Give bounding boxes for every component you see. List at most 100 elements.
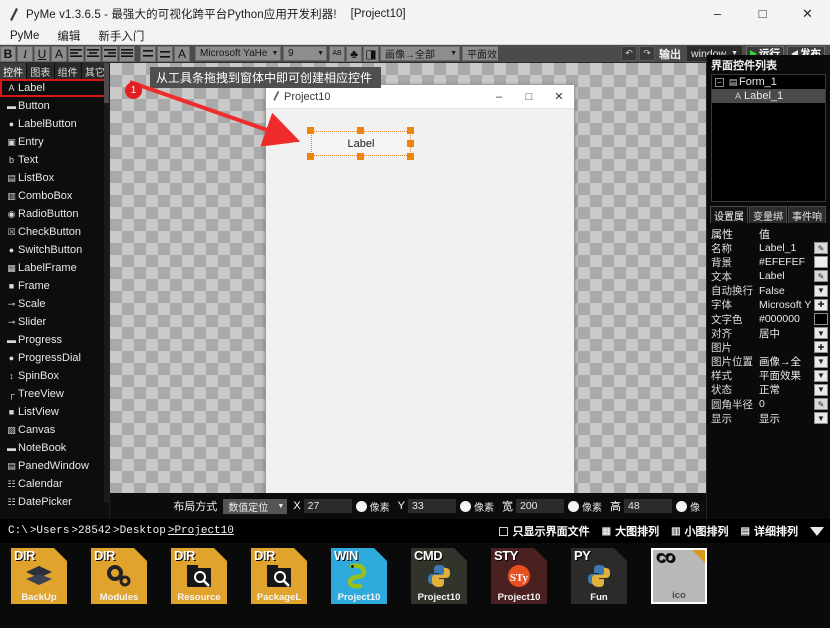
align-center-icon[interactable]	[85, 46, 101, 62]
resize-handle-s[interactable]	[357, 153, 364, 160]
bold-icon[interactable]: B	[0, 46, 16, 62]
form-maximize-icon[interactable]: □	[514, 85, 544, 108]
tab-properties[interactable]: 设置属	[710, 206, 748, 223]
tab-variable-binding[interactable]: 变量绑	[749, 206, 787, 223]
strikethrough-icon[interactable]: A	[51, 46, 67, 62]
resize-handle-nw[interactable]	[307, 127, 314, 134]
tab-event-response[interactable]: 事件响	[788, 206, 826, 223]
color-swatch-button[interactable]	[814, 313, 828, 325]
property-value[interactable]: Microsoft Y	[759, 299, 814, 311]
resize-handle-sw[interactable]	[307, 153, 314, 160]
resize-handle-ne[interactable]	[407, 127, 414, 134]
property-value[interactable]: 正常	[759, 382, 814, 397]
width-input[interactable]: 200	[516, 499, 564, 513]
breadcrumb-drive[interactable]: C:\	[8, 525, 28, 537]
menu-item-pyme[interactable]: PyMe	[10, 30, 39, 42]
palette-item-spinbox[interactable]: ↕ SpinBox	[0, 367, 109, 385]
only-ui-files-label[interactable]: 只显示界面文件	[513, 523, 590, 539]
palette-item-switchbutton[interactable]: ● SwitchButton	[0, 241, 109, 259]
palette-item-notebook[interactable]: ▬ NoteBook	[0, 439, 109, 457]
layout-mode-select[interactable]: 数值定位 ▼	[223, 499, 287, 514]
minimize-icon[interactable]: –	[695, 0, 740, 27]
property-value[interactable]: 画像→全	[759, 354, 814, 369]
abc-spellcheck-icon[interactable]: AB	[329, 46, 345, 62]
image-picker-icon[interactable]: ◨	[363, 46, 379, 62]
design-canvas[interactable]: Project10 – □ ✕ Label 从工具条拖拽到窗体中即可创建相应控件	[110, 63, 706, 493]
palette-item-listbox[interactable]: ▤ ListBox	[0, 169, 109, 187]
chevron-down-icon[interactable]: ▼	[814, 327, 828, 339]
widget-tree[interactable]: − ▤ Form_1 A Label_1	[711, 74, 826, 202]
file-item[interactable]: CMD Project10	[408, 548, 470, 604]
palette-item-frame[interactable]: ■ Frame	[0, 277, 109, 295]
palette-item-listview[interactable]: ■ ListView	[0, 403, 109, 421]
palette-item-label[interactable]: A Label	[0, 79, 109, 97]
palette-item-labelframe[interactable]: ▦ LabelFrame	[0, 259, 109, 277]
palette-scrollbar-thumb[interactable]	[104, 63, 109, 103]
file-item[interactable]: STY STy Project10	[488, 548, 550, 604]
property-value[interactable]: 平面效果	[759, 368, 814, 383]
property-value[interactable]: #000000	[759, 313, 814, 325]
y-input[interactable]: 33	[408, 499, 456, 513]
property-value[interactable]: #EFEFEF	[759, 256, 814, 268]
property-value[interactable]: False	[759, 285, 814, 297]
expand-down-icon[interactable]	[810, 527, 824, 536]
pencil-icon[interactable]: ✎	[814, 398, 828, 410]
resize-handle-se[interactable]	[407, 153, 414, 160]
font-size-select[interactable]: 9 ▼	[283, 46, 327, 61]
underline-icon[interactable]: U	[34, 46, 50, 62]
file-item[interactable]: PY Fun	[568, 548, 630, 604]
form-close-icon[interactable]: ✕	[544, 85, 574, 108]
maximize-icon[interactable]: □	[740, 0, 785, 27]
only-ui-files-checkbox[interactable]	[499, 527, 508, 536]
form-minimize-icon[interactable]: –	[484, 85, 514, 108]
font-color-icon[interactable]: A	[174, 46, 190, 62]
palette-item-progressdial[interactable]: ● ProgressDial	[0, 349, 109, 367]
height-input[interactable]: 48	[624, 499, 672, 513]
design-form-body[interactable]: Label	[266, 109, 574, 493]
menu-item-getting-started[interactable]: 新手入门	[98, 28, 144, 44]
view-large-icons-button[interactable]: ▦ 大图排列	[602, 523, 659, 539]
palette-item-labelbutton[interactable]: ● LabelButton	[0, 115, 109, 133]
property-value[interactable]: Label_1	[759, 242, 814, 254]
fill-color-icon[interactable]: ♣	[346, 46, 362, 62]
palette-item-combobox[interactable]: ▥ ComboBox	[0, 187, 109, 205]
plus-icon[interactable]: ✚	[814, 341, 828, 353]
palette-item-calendar[interactable]: ☷ Calendar	[0, 475, 109, 493]
italic-icon[interactable]: I	[17, 46, 33, 62]
breadcrumb-project[interactable]: >Project10	[168, 525, 234, 537]
chevron-down-icon[interactable]: ▼	[814, 285, 828, 297]
close-icon[interactable]: ✕	[785, 0, 830, 27]
x-input[interactable]: 27	[304, 499, 352, 513]
color-swatch-button[interactable]	[814, 256, 828, 268]
undo-icon[interactable]: ↶	[621, 46, 637, 61]
breadcrumb-user[interactable]: >28542	[71, 525, 111, 537]
property-value[interactable]: Label	[759, 270, 814, 282]
palette-item-slider[interactable]: ⊸ Slider	[0, 313, 109, 331]
view-small-icons-button[interactable]: ▥ 小图排列	[671, 523, 728, 539]
file-item[interactable]: CO ico	[648, 548, 710, 604]
align-justify-icon[interactable]	[119, 46, 135, 62]
resize-handle-e[interactable]	[407, 140, 414, 147]
align-right-icon[interactable]	[102, 46, 118, 62]
palette-item-scale[interactable]: ⊸ Scale	[0, 295, 109, 313]
property-value[interactable]: 居中	[759, 326, 814, 341]
property-value[interactable]: 0	[759, 398, 814, 410]
palette-item-canvas[interactable]: ▧ Canvas	[0, 421, 109, 439]
align-left-icon[interactable]	[68, 46, 84, 62]
style-mode-select[interactable]: 平面效	[462, 46, 498, 61]
palette-item-button[interactable]: ▬ Button	[0, 97, 109, 115]
file-item[interactable]: DIR PackageL	[248, 548, 310, 604]
palette-scrollbar[interactable]	[104, 63, 109, 503]
file-item[interactable]: DIR Resource	[168, 548, 230, 604]
image-mode-select[interactable]: 画像→全部 ▼	[380, 46, 460, 61]
file-browser[interactable]: DIR BackUp DIR Modules DIR Resource DIR Package…	[0, 543, 830, 628]
palette-item-entry[interactable]: ▣ Entry	[0, 133, 109, 151]
palette-item-radiobutton[interactable]: ◉ RadioButton	[0, 205, 109, 223]
chevron-down-icon[interactable]: ▼	[814, 356, 828, 368]
chevron-down-icon[interactable]: ▼	[814, 370, 828, 382]
palette-item-progress[interactable]: ▬ Progress	[0, 331, 109, 349]
palette-item-datepicker[interactable]: ☷ DatePicker	[0, 493, 109, 511]
breadcrumb-users[interactable]: >Users	[30, 525, 70, 537]
breadcrumb-desktop[interactable]: >Desktop	[113, 525, 166, 537]
chevron-down-icon[interactable]: ▼	[814, 412, 828, 424]
